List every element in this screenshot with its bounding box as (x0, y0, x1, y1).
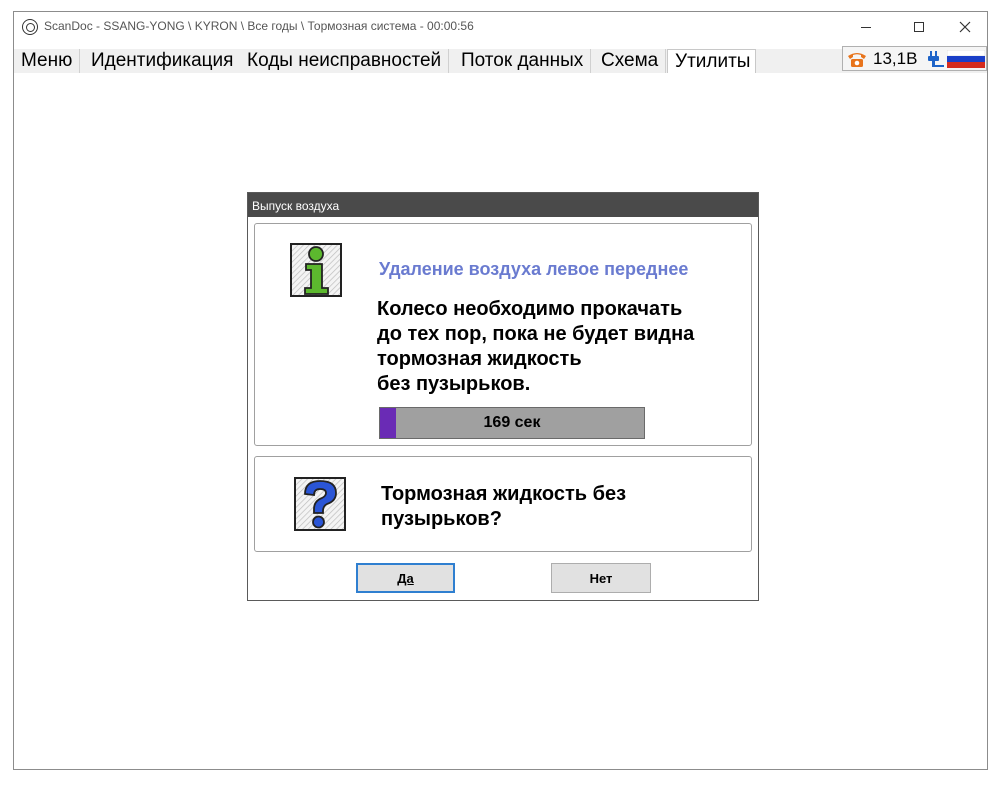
dialog-title: Выпуск воздуха (252, 199, 340, 213)
info-message-line: без пузырьков. (377, 373, 531, 395)
title-bar[interactable]: ScanDoc - SSANG-YONG \ KYRON \ Все годы … (14, 12, 987, 42)
question-mark-icon (294, 477, 346, 531)
russia-flag-icon (947, 50, 985, 68)
close-icon (959, 21, 971, 33)
close-button[interactable] (942, 12, 988, 42)
yes-button[interactable]: Да (356, 563, 455, 593)
info-message-line: тормозная жидкость (377, 348, 582, 370)
dialog-header[interactable]: Выпуск воздуха (248, 193, 758, 217)
tab-menu[interactable]: Меню (14, 49, 81, 73)
yes-button-label: Да (397, 570, 414, 586)
question-text: Тормозная жидкость без пузырьков? (381, 482, 711, 532)
maximize-icon (914, 22, 924, 32)
tab-data-stream[interactable]: Поток данных (454, 49, 592, 73)
no-button[interactable]: Нет (551, 563, 651, 593)
question-line: пузырьков? (381, 508, 502, 530)
plug-icon (928, 51, 944, 67)
voltage-readout: 13,1В (873, 49, 918, 68)
tab-fault-codes[interactable]: Коды неисправностей (240, 49, 450, 73)
air-bleed-dialog: Выпуск воздуха Удаление воздуха левое пе… (247, 192, 759, 601)
status-panel: 13,1В (842, 46, 987, 71)
phone-icon (848, 53, 866, 67)
tab-utilities[interactable]: Утилиты (667, 49, 756, 73)
maximize-button[interactable] (896, 12, 942, 42)
info-message-line: Колесо необходимо прокачать (377, 298, 683, 320)
tab-identification[interactable]: Идентификация (84, 49, 242, 73)
info-icon (290, 243, 342, 297)
countdown-progress-bar: 169 сек (379, 407, 645, 439)
info-panel: Удаление воздуха левое переднее Колесо н… (254, 223, 752, 446)
info-message-line: до тех пор, пока не будет видна (377, 323, 695, 345)
question-line: Тормозная жидкость без (381, 483, 627, 505)
steering-wheel-icon (22, 19, 38, 35)
minimize-button[interactable] (843, 12, 889, 42)
progress-label: 169 сек (483, 414, 541, 431)
question-panel: Тормозная жидкость без пузырьков? (254, 456, 752, 552)
minimize-icon (861, 26, 871, 28)
info-message: Колесо необходимо прокачать до тех пор, … (377, 297, 747, 397)
tab-scheme[interactable]: Схема (594, 49, 667, 73)
info-heading: Удаление воздуха левое переднее (379, 259, 689, 279)
window-title: ScanDoc - SSANG-YONG \ KYRON \ Все годы … (44, 19, 474, 33)
